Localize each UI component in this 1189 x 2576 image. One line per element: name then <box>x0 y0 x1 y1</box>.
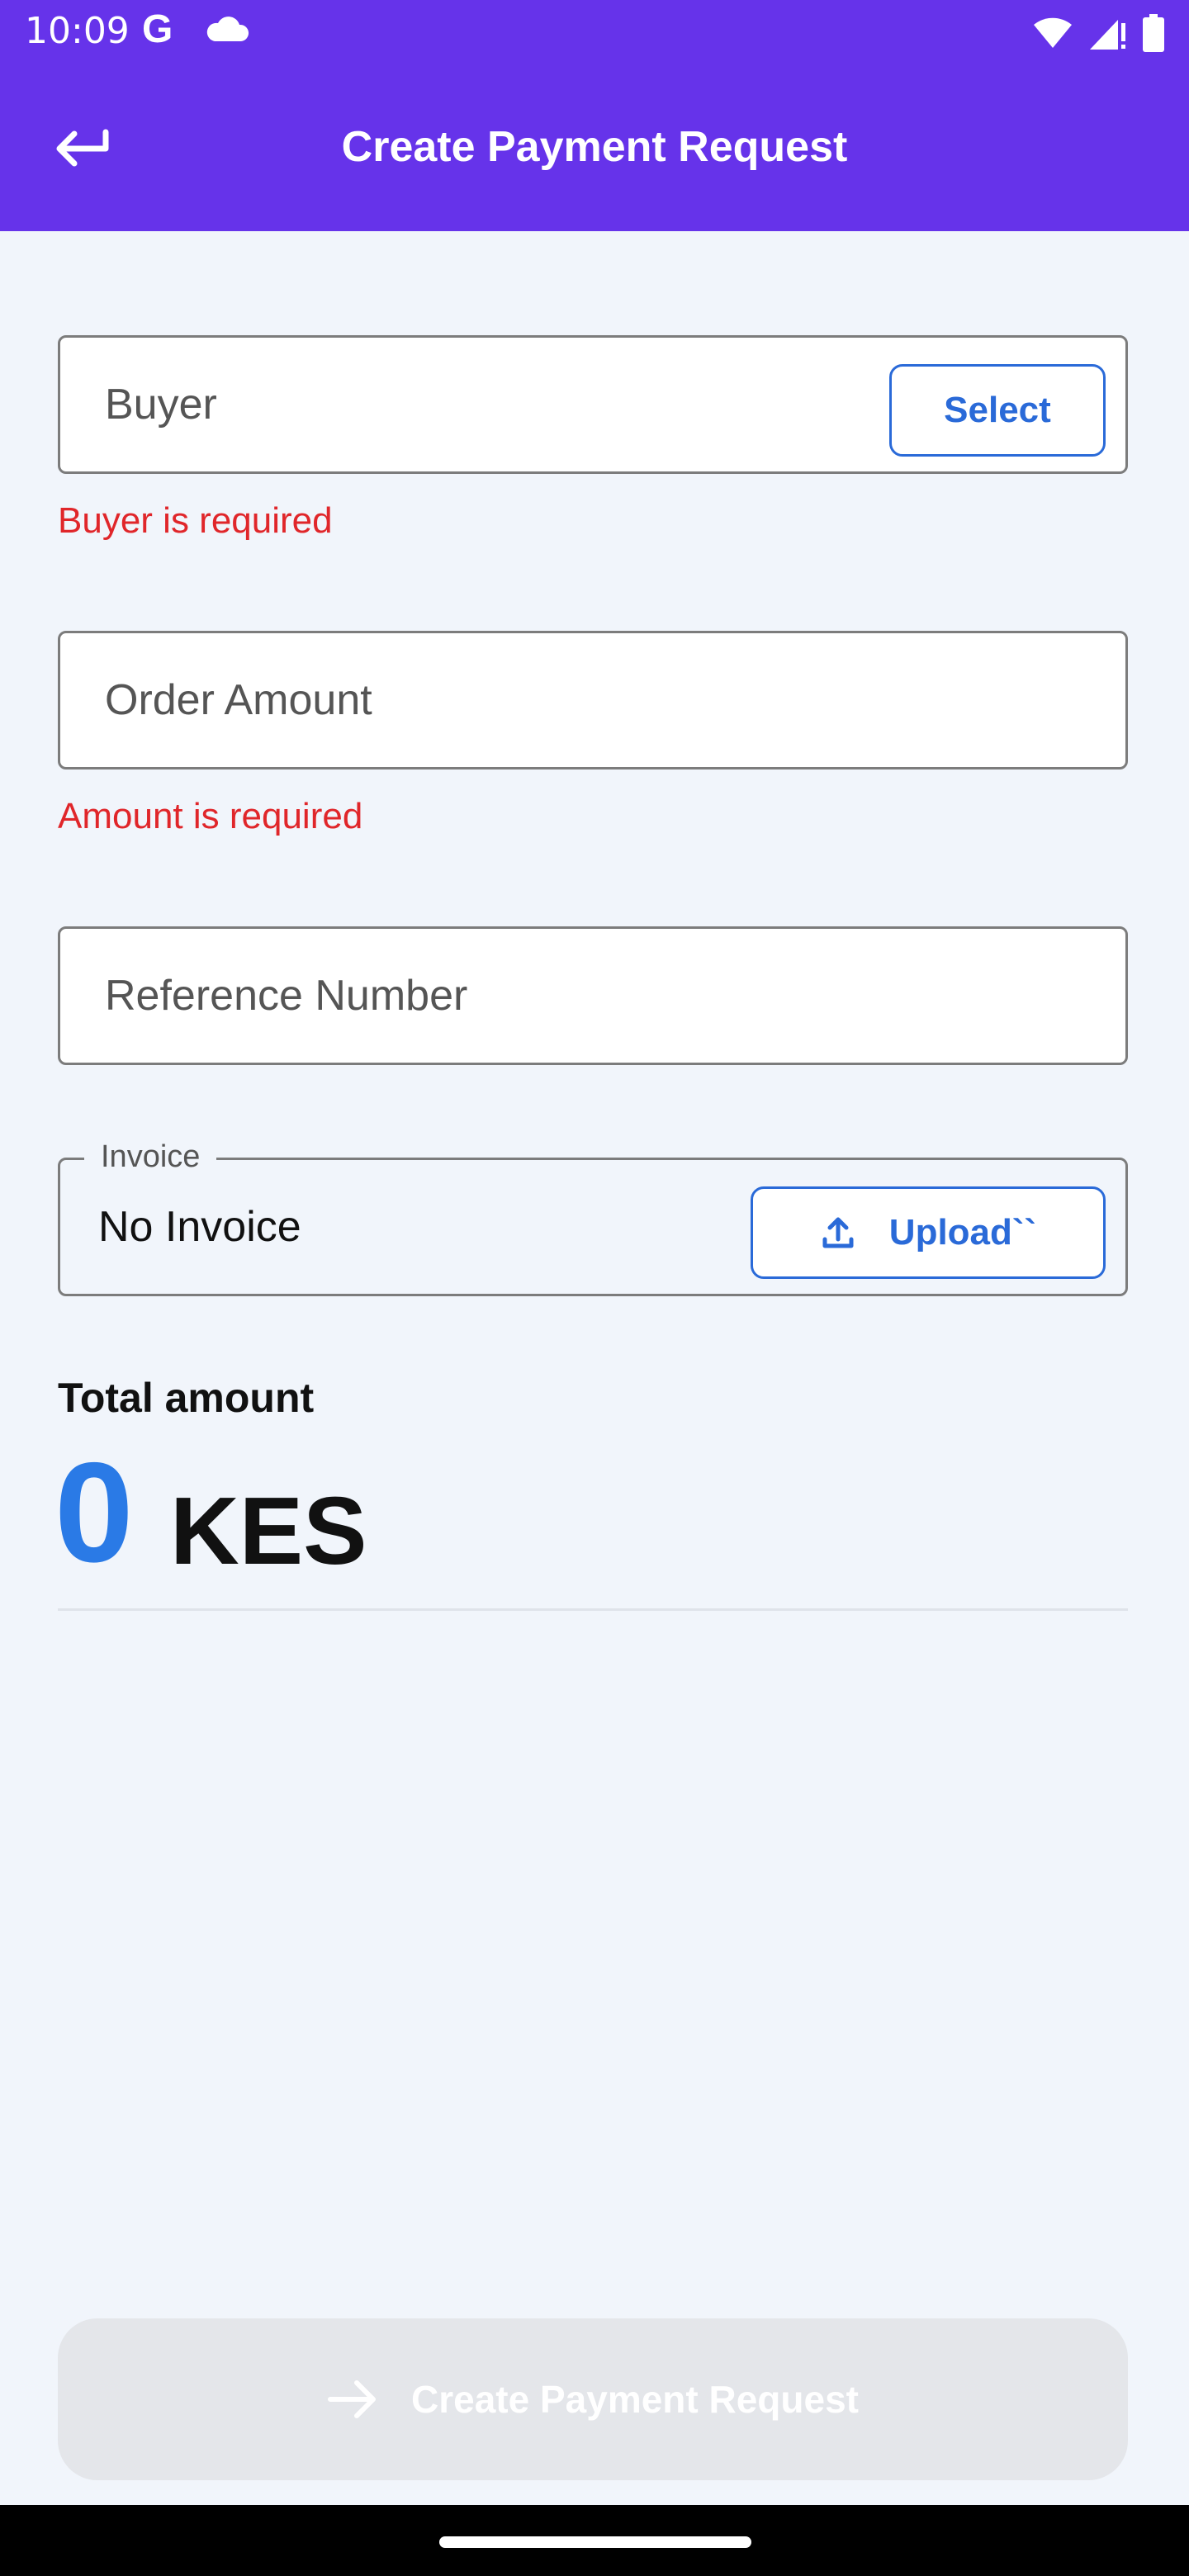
cloud-icon <box>206 17 249 41</box>
order-amount-placeholder: Order Amount <box>105 676 372 724</box>
signal-icon <box>1090 20 1125 50</box>
invoice-value: No Invoice <box>98 1203 301 1251</box>
buyer-error: Buyer is required <box>58 500 333 541</box>
battery-icon <box>1143 14 1164 52</box>
upload-icon <box>822 1217 854 1248</box>
create-payment-request-button[interactable]: Create Payment Request <box>58 2318 1128 2480</box>
order-amount-field[interactable]: Order Amount <box>58 631 1128 769</box>
arrow-right-icon <box>328 2380 376 2418</box>
create-payment-request-label: Create Payment Request <box>411 2378 859 2421</box>
home-gesture-handle[interactable] <box>439 2536 751 2548</box>
google-icon: G <box>142 7 173 51</box>
buyer-placeholder: Buyer <box>105 381 217 429</box>
reference-number-field[interactable]: Reference Number <box>58 926 1128 1065</box>
total-currency: KES <box>170 1477 367 1584</box>
divider <box>58 1608 1128 1611</box>
wifi-icon <box>1034 17 1072 48</box>
upload-label: Upload`` <box>888 1212 1037 1252</box>
upload-invoice-button[interactable]: Upload`` <box>751 1186 1106 1279</box>
status-bar: 10:09 G <box>0 0 1189 69</box>
total-amount-label: Total amount <box>58 1375 315 1421</box>
page-title: Create Payment Request <box>341 123 848 171</box>
select-buyer-button[interactable]: Select <box>889 364 1106 457</box>
invoice-legend: Invoice <box>84 1139 217 1175</box>
reference-number-placeholder: Reference Number <box>105 972 468 1020</box>
amount-error: Amount is required <box>58 796 363 836</box>
app-header: 10:09 G Create Payment Request <box>0 0 1189 231</box>
total-amount-value: 0 <box>54 1433 134 1592</box>
buyer-field[interactable]: Buyer Select <box>58 335 1128 474</box>
invoice-field: No Invoice Upload`` <box>58 1158 1128 1296</box>
status-icons <box>1032 12 1164 54</box>
status-time: 10:09 <box>25 10 130 52</box>
